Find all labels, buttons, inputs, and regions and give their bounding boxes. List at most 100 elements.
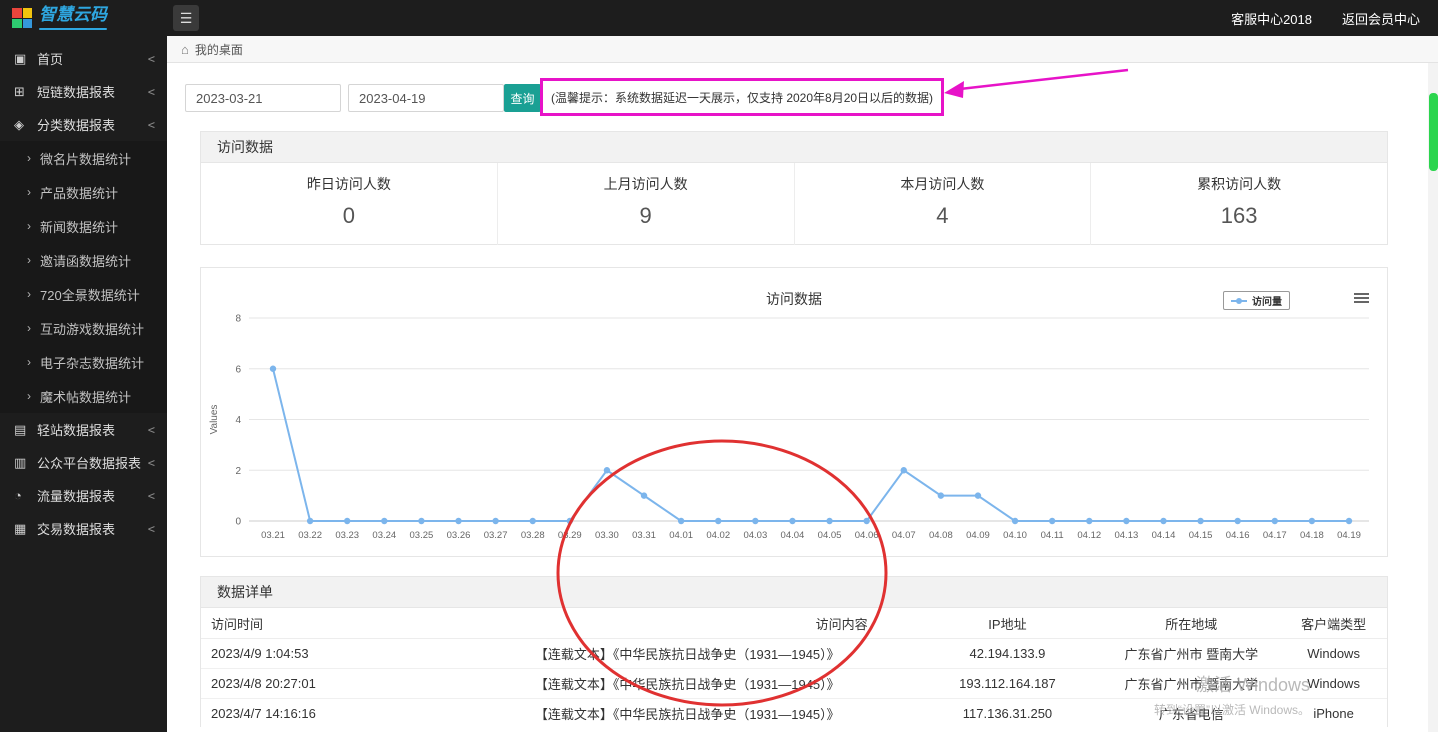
svg-text:03.31: 03.31: [632, 530, 656, 541]
svg-text:03.22: 03.22: [298, 530, 322, 541]
chevron-right-icon: ›: [27, 355, 31, 369]
svg-text:03.27: 03.27: [484, 530, 508, 541]
svg-text:04.08: 04.08: [929, 530, 953, 541]
svg-text:03.23: 03.23: [335, 530, 359, 541]
visit-line-chart: 0246803.2103.2203.2303.2403.2503.2603.27…: [201, 268, 1387, 556]
logo-underline: [39, 28, 107, 30]
logo-icon: [12, 8, 32, 28]
sidebar-subitem[interactable]: › 产品数据统计: [0, 175, 167, 209]
breadcrumb[interactable]: ⌂ 我的桌面: [167, 36, 1438, 63]
visit-stats-panel-title: 访问数据: [201, 132, 1387, 163]
logo-title: 智慧云码: [39, 5, 107, 24]
collapse-caret-icon: <: [148, 489, 155, 503]
sidebar-item[interactable]: ◔ 流量数据报表 <: [0, 479, 167, 512]
collapse-caret-icon: <: [148, 456, 155, 470]
chart-context-menu-icon[interactable]: [1354, 291, 1369, 305]
svg-text:2: 2: [235, 466, 241, 477]
vertical-scrollbar[interactable]: [1428, 63, 1438, 732]
sidebar-subitem-label: 邀请函数据统计: [40, 251, 131, 270]
table-header-row: 访问时间访问内容IP地址所在地域客户端类型: [201, 608, 1387, 639]
sidebar-subitem[interactable]: › 魔术帖数据统计: [0, 379, 167, 413]
start-date-input[interactable]: [185, 84, 341, 112]
column-header: 访问时间: [201, 614, 462, 633]
table-cell: 42.194.133.9: [913, 646, 1103, 661]
sidebar-item[interactable]: ◈ 分类数据报表 <: [0, 108, 167, 141]
sidebar-subitem-label: 720全景数据统计: [40, 285, 140, 304]
sidebar-subitem[interactable]: › 新闻数据统计: [0, 209, 167, 243]
sidebar-subitem[interactable]: › 微名片数据统计: [0, 141, 167, 175]
svg-text:04.17: 04.17: [1263, 530, 1287, 541]
category-icon: ◈: [14, 117, 34, 133]
sidebar-item-label: 公众平台数据报表: [37, 453, 148, 472]
app-logo: 智慧云码: [0, 6, 167, 30]
svg-text:0: 0: [235, 517, 241, 528]
stat-label: 上月访问人数: [498, 174, 794, 194]
svg-text:03.28: 03.28: [521, 530, 545, 541]
topbar-link-member-center[interactable]: 返回会员中心: [1342, 9, 1420, 28]
sidebar-subitem[interactable]: › 邀请函数据统计: [0, 243, 167, 277]
collapse-caret-icon: <: [148, 423, 155, 437]
sidebar-toggle-button[interactable]: ☰: [173, 5, 199, 31]
chevron-right-icon: ›: [27, 253, 31, 267]
stats-row: 昨日访问人数 0 上月访问人数 9 本月访问人数 4 累积访问人数 163: [201, 163, 1387, 245]
svg-text:04.05: 04.05: [818, 530, 842, 541]
breadcrumb-current: 我的桌面: [195, 41, 243, 58]
collapse-caret-icon: <: [148, 522, 155, 536]
stat-value: 0: [201, 203, 497, 229]
svg-text:04.14: 04.14: [1152, 530, 1176, 541]
svg-text:03.26: 03.26: [447, 530, 471, 541]
sidebar-item[interactable]: ▦ 交易数据报表 <: [0, 512, 167, 545]
svg-text:04.09: 04.09: [966, 530, 990, 541]
stat-column: 累积访问人数 163: [1090, 163, 1387, 245]
scrollbar-thumb[interactable]: [1429, 93, 1438, 171]
svg-text:04.01: 04.01: [669, 530, 693, 541]
column-header: 所在地域: [1102, 614, 1280, 633]
svg-text:04.15: 04.15: [1189, 530, 1213, 541]
chart-legend[interactable]: 访问量: [1223, 291, 1290, 310]
topbar-link-service-center[interactable]: 客服中心2018: [1231, 9, 1312, 28]
sidebar-subitem-label: 新闻数据统计: [40, 217, 118, 236]
stat-label: 累积访问人数: [1091, 174, 1387, 194]
sidebar-subitem-label: 电子杂志数据统计: [40, 353, 144, 372]
sidebar-item[interactable]: ▤ 轻站数据报表 <: [0, 413, 167, 446]
sidebar-subitem[interactable]: › 720全景数据统计: [0, 277, 167, 311]
topbar-menu: 客服中心2018 返回会员中心: [1231, 9, 1438, 28]
table-cell: 2023/4/7 14:16:16: [201, 706, 462, 721]
stat-column: 上月访问人数 9: [497, 163, 794, 245]
table-cell: 2023/4/9 1:04:53: [201, 646, 462, 661]
stat-column: 本月访问人数 4: [794, 163, 1091, 245]
svg-text:04.18: 04.18: [1300, 530, 1324, 541]
end-date-input[interactable]: [348, 84, 504, 112]
top-bar: 智慧云码 ☰ 客服中心2018 返回会员中心: [0, 0, 1438, 36]
legend-label: 访问量: [1252, 293, 1282, 308]
system-tip: (温馨提示：系统数据延迟一天展示，仅支持 2020年8月20日以后的数据): [540, 78, 944, 116]
column-header: IP地址: [913, 614, 1103, 633]
collapse-caret-icon: <: [148, 85, 155, 99]
column-header: 客户端类型: [1280, 614, 1387, 633]
chevron-right-icon: ›: [27, 389, 31, 403]
table-cell: 193.112.164.187: [913, 676, 1103, 691]
svg-text:6: 6: [235, 364, 241, 375]
sidebar-item[interactable]: ⊞ 短链数据报表 <: [0, 75, 167, 108]
sidebar-subitem-label: 互动游戏数据统计: [40, 319, 144, 338]
table-cell: Windows: [1280, 646, 1387, 661]
sidebar-subitem[interactable]: › 电子杂志数据统计: [0, 345, 167, 379]
column-header: 访问内容: [462, 614, 913, 633]
table-cell: 【连载文本】《中华民族抗日战争史（1931—1945）》: [462, 674, 913, 693]
stat-value: 9: [498, 203, 794, 229]
svg-text:04.06: 04.06: [855, 530, 879, 541]
sidebar-item-label: 分类数据报表: [37, 115, 148, 134]
query-button[interactable]: 查询: [504, 84, 541, 112]
home-icon: ▣: [14, 51, 34, 67]
sidebar-item-label: 流量数据报表: [37, 486, 148, 505]
svg-text:03.30: 03.30: [595, 530, 619, 541]
chevron-right-icon: ›: [27, 287, 31, 301]
sidebar-item[interactable]: ▥ 公众平台数据报表 <: [0, 446, 167, 479]
sidebar-subitem-label: 微名片数据统计: [40, 149, 131, 168]
sidebar-item[interactable]: ▣ 首页 <: [0, 42, 167, 75]
sidebar-subitem[interactable]: › 互动游戏数据统计: [0, 311, 167, 345]
svg-text:04.16: 04.16: [1226, 530, 1250, 541]
svg-text:4: 4: [235, 415, 241, 426]
svg-text:8: 8: [235, 314, 241, 325]
table-cell: 【连载文本】《中华民族抗日战争史（1931—1945）》: [462, 644, 913, 663]
